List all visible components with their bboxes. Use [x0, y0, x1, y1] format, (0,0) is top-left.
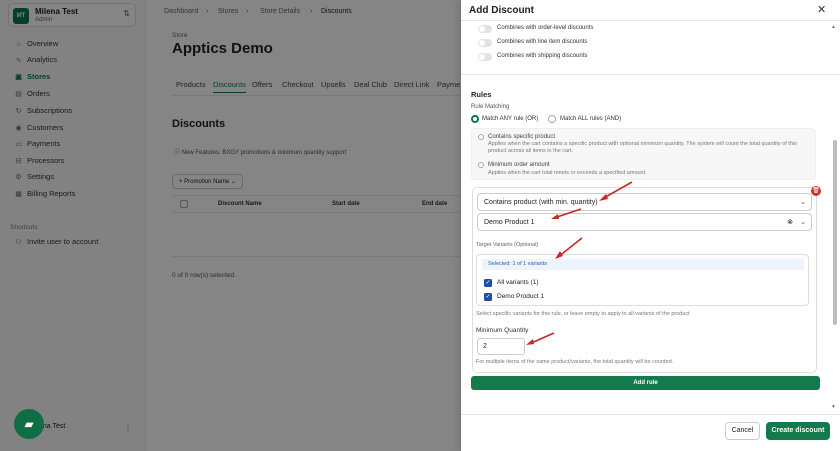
drawer-title: Add Discount	[469, 5, 534, 16]
create-discount-button[interactable]: Create discount	[766, 422, 830, 440]
min-quantity-label: Minimum Quantity	[476, 327, 529, 334]
min-quantity-helper: For multiple items of the same product/v…	[476, 359, 674, 365]
toggle-order-level[interactable]	[478, 25, 492, 33]
trash-icon[interactable]: 🗑	[811, 186, 821, 196]
drawer-header-divider	[461, 20, 840, 21]
chevron-down-icon: ⌄	[800, 199, 806, 206]
radio-match-all[interactable]	[548, 115, 556, 123]
target-variants-label: Target Variants (Optional)	[476, 242, 539, 248]
variant-label: All variants (1)	[497, 279, 539, 286]
toggle-label: Combines with order-level discounts	[497, 25, 594, 31]
drawer-footer-divider	[461, 414, 840, 415]
rules-title: Rules	[471, 90, 492, 99]
scrollbar-thumb[interactable]	[833, 140, 837, 325]
toggle-shipping[interactable]	[478, 53, 492, 61]
radio-contains-product[interactable]	[478, 134, 484, 140]
rule-matching-label: Rule Matching	[471, 104, 510, 110]
product-select[interactable]: Demo Product 1 ⊗ ⌄	[477, 213, 812, 231]
add-discount-drawer: Add Discount ✕ Combines with order-level…	[461, 0, 840, 451]
option-title: Minimum order amount	[488, 162, 550, 168]
option-title: Contains specific product	[488, 134, 556, 140]
scroll-down-arrow[interactable]: ▼	[831, 404, 836, 410]
cancel-button[interactable]: Cancel	[725, 422, 760, 440]
chat-icon: ▰	[24, 417, 34, 431]
annotation-arrow-icon	[551, 208, 582, 219]
product-value: Demo Product 1	[484, 219, 535, 226]
annotation-arrow-icon	[599, 181, 633, 201]
radio-label: Match ALL rules (AND)	[560, 116, 622, 122]
radio-match-any[interactable]	[471, 115, 479, 123]
annotation-arrow-icon	[526, 332, 555, 345]
chat-button[interactable]: ▰	[14, 409, 44, 439]
option-description: Applies when the cart total meets or exc…	[488, 170, 647, 176]
checkbox-variant[interactable]: ✓	[484, 293, 492, 301]
chevron-down-icon: ⌄	[800, 219, 806, 226]
rule-type-select[interactable]: Contains product (with min. quantity) ⌄	[477, 193, 812, 211]
option-description: Applies when the cart contains a specifi…	[488, 141, 797, 154]
checkbox-all-variants[interactable]: ✓	[484, 279, 492, 287]
app-root: MT Milena Test Admin ⇅ ⌂ Overview ∿ Analyt…	[0, 0, 840, 451]
radio-label: Match ANY rule (OR)	[482, 116, 539, 122]
variant-label: Demo Product 1	[497, 293, 544, 300]
scroll-up-arrow[interactable]: ▲	[831, 24, 836, 30]
toggle-label: Combines with shipping discounts	[497, 53, 588, 59]
section-divider	[461, 74, 840, 75]
toggle-label: Combines with line item discounts	[497, 39, 588, 45]
add-rule-button[interactable]: Add rule	[471, 376, 820, 390]
variants-list: Selected: 1 of 1 variants ✓ All variants…	[476, 254, 809, 306]
rule-type-value: Contains product (with min. quantity)	[484, 199, 598, 206]
toggle-line-item[interactable]	[478, 39, 492, 47]
min-quantity-input[interactable]: 2	[477, 338, 525, 355]
rule-type-options: Contains specific product Applies when t…	[471, 128, 816, 180]
close-icon[interactable]: ✕	[817, 3, 826, 16]
annotation-arrow-icon	[555, 237, 583, 259]
radio-min-order[interactable]	[478, 162, 484, 168]
clear-icon[interactable]: ⊗	[787, 214, 793, 231]
selected-variants-summary: Selected: 1 of 1 variants	[482, 259, 804, 270]
variants-helper-text: Select specific variants for this rule, …	[476, 311, 690, 317]
